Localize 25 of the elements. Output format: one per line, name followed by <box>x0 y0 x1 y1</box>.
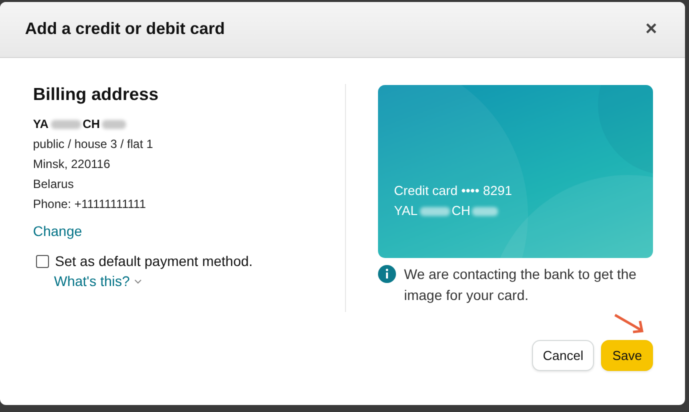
close-button[interactable]: × <box>641 18 661 41</box>
name-text: CH <box>82 117 100 131</box>
address-line: Belarus <box>33 176 75 193</box>
address-line: Minsk, 220116 <box>33 156 112 173</box>
help-link[interactable]: What's this? <box>54 273 142 289</box>
card-label: Credit card •••• 8291 <box>394 182 512 200</box>
info-icon <box>378 265 396 283</box>
save-button[interactable]: Save <box>601 340 653 371</box>
name-text: YA <box>33 117 49 131</box>
chevron-down-icon <box>134 278 142 284</box>
cancel-button[interactable]: Cancel <box>532 340 594 371</box>
notice-text: We are contacting the bank to get the image for your card. <box>404 265 638 305</box>
address-line: public / house 3 / flat 1 <box>33 136 154 153</box>
blurred-text <box>420 206 450 216</box>
checkbox-label: Set as default payment method. <box>55 253 253 269</box>
card-holder-text: YAL <box>394 202 418 220</box>
address-line: Phone: +11111111111 <box>33 196 147 213</box>
section-heading: Billing address <box>33 84 160 105</box>
dialog-title: Add a credit or debit card <box>25 20 225 39</box>
blurred-text <box>50 120 81 128</box>
checkbox[interactable] <box>36 254 49 268</box>
blurred-text <box>102 120 126 128</box>
card-holder-text: CH <box>452 202 470 220</box>
blurred-text <box>472 206 498 216</box>
change-link[interactable]: Change <box>33 223 82 239</box>
